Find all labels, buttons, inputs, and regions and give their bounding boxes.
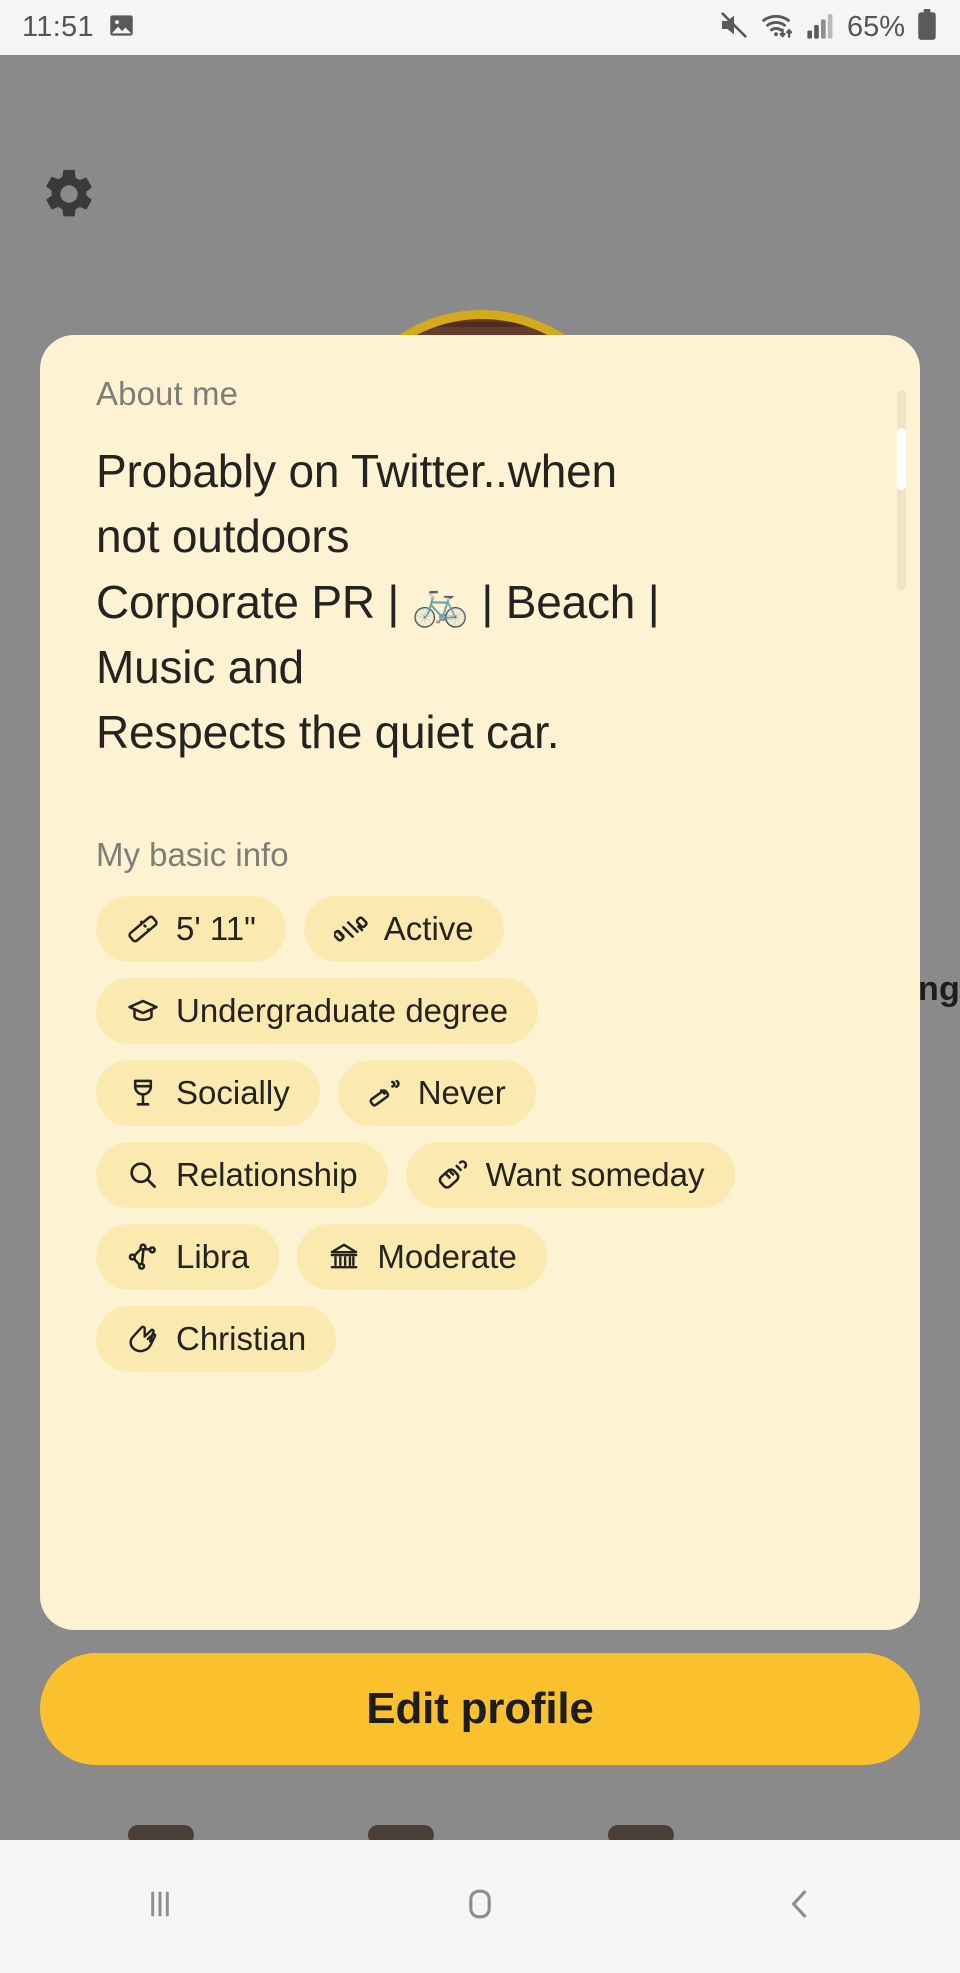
- profile-details-sheet: About me Probably on Twitter..when not o…: [40, 335, 920, 1630]
- phone-screen: 11:51 65% ing About me Probably on Twitt…: [0, 0, 960, 1973]
- chip-children[interactable]: Want someday: [405, 1141, 735, 1208]
- chip-row: Relationship Want someday: [96, 1141, 864, 1208]
- chip-education[interactable]: Undergraduate degree: [96, 977, 539, 1044]
- chip-row: Christian: [96, 1305, 864, 1372]
- magnifier-icon: [126, 1158, 160, 1192]
- recents-button[interactable]: [0, 1882, 320, 1931]
- chip-label: Undergraduate degree: [176, 992, 509, 1030]
- battery-icon: [916, 9, 938, 46]
- home-button[interactable]: [320, 1882, 640, 1931]
- bio-line: Music and: [96, 640, 304, 693]
- edit-profile-button[interactable]: Edit profile: [40, 1653, 920, 1765]
- gear-icon[interactable]: [40, 165, 98, 223]
- chip-politics[interactable]: Moderate: [297, 1223, 547, 1290]
- cellular-signal-icon: [806, 10, 836, 45]
- home-icon: [458, 1882, 502, 1931]
- status-bar: 11:51 65%: [0, 0, 960, 55]
- chip-row: 5' 11" Active: [96, 895, 864, 962]
- back-button[interactable]: [640, 1882, 960, 1931]
- recents-icon: [138, 1882, 182, 1931]
- chip-label: Moderate: [377, 1238, 517, 1276]
- cigarette-icon: [368, 1076, 402, 1110]
- bio-line: Respects the quiet car.: [96, 706, 560, 759]
- scrollbar-thumb[interactable]: [897, 428, 906, 490]
- chip-row: Socially Never: [96, 1059, 864, 1126]
- status-bar-left: 11:51: [22, 11, 135, 44]
- basic-info-chip-list: 5' 11" Active Undergraduate degree Socia…: [96, 895, 864, 1372]
- chip-drinking[interactable]: Socially: [96, 1059, 320, 1126]
- chip-label: Never: [417, 1074, 506, 1112]
- bio-line: not outdoors: [96, 510, 350, 563]
- image-icon: [108, 12, 135, 44]
- chip-zodiac[interactable]: Libra: [96, 1223, 280, 1290]
- praying-hands-icon: [126, 1322, 160, 1356]
- government-building-icon: [327, 1240, 361, 1274]
- back-icon: [778, 1882, 822, 1931]
- my-basic-info-label: My basic info: [96, 835, 289, 873]
- chip-label: Relationship: [176, 1156, 358, 1194]
- mute-icon: [718, 9, 750, 46]
- chip-height[interactable]: 5' 11": [96, 895, 286, 962]
- chip-row: Undergraduate degree: [96, 977, 864, 1044]
- baby-bottle-icon: [436, 1158, 470, 1192]
- about-me-label: About me: [96, 375, 239, 412]
- wifi-icon: [761, 9, 795, 46]
- sheet-content: About me Probably on Twitter..when not o…: [40, 335, 920, 1630]
- chip-label: Want someday: [485, 1156, 705, 1194]
- bio-text: Probably on Twitter..when not outdoors C…: [96, 439, 864, 766]
- chip-religion[interactable]: Christian: [96, 1305, 337, 1372]
- sheet-scrollbar[interactable]: [897, 390, 906, 590]
- chip-label: 5' 11": [176, 910, 256, 948]
- chip-exercise[interactable]: Active: [303, 895, 504, 962]
- bio-line: Probably on Twitter..when: [96, 445, 617, 497]
- chip-label: Socially: [176, 1074, 290, 1112]
- chip-looking-for[interactable]: Relationship: [96, 1141, 388, 1208]
- chip-label: Libra: [176, 1238, 250, 1276]
- graduation-cap-icon: [126, 994, 160, 1028]
- battery-percentage: 65%: [846, 11, 905, 43]
- wine-glass-icon: [126, 1076, 160, 1110]
- chip-label: Active: [383, 910, 474, 948]
- chip-row: Libra Moderate: [96, 1223, 864, 1290]
- ruler-icon: [126, 912, 160, 946]
- status-bar-clock: 11:51: [22, 11, 94, 43]
- constellation-icon: [126, 1240, 160, 1274]
- bio-line: Corporate PR | 🚲 | Beach |: [96, 575, 660, 628]
- android-navigation-bar: [0, 1840, 960, 1973]
- chip-label: Christian: [176, 1320, 307, 1358]
- dumbbell-icon: [333, 912, 368, 946]
- status-bar-right: 65%: [718, 9, 938, 46]
- chip-smoking[interactable]: Never: [337, 1059, 536, 1126]
